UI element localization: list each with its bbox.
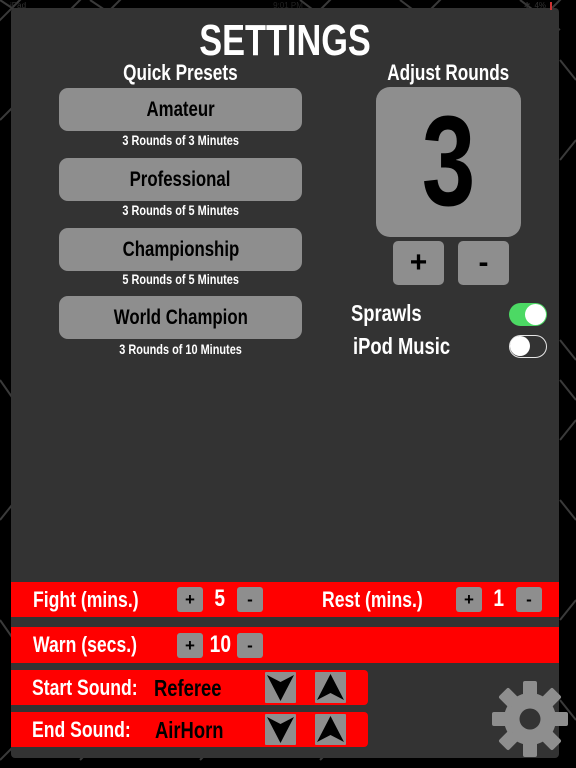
fight-minus-button[interactable]: -	[237, 587, 263, 612]
arrow-up-icon	[317, 716, 344, 742]
fight-plus-button[interactable]: +	[177, 587, 203, 612]
rounds-minus-button[interactable]: -	[458, 241, 509, 285]
preset-amateur-description: 3 Rounds of 3 Minutes	[122, 132, 239, 148]
status-time: 9:01 PM	[273, 1, 303, 10]
gear-icon[interactable]	[491, 680, 569, 758]
rest-value: 1	[493, 585, 505, 612]
warn-label: Warn (secs.)	[33, 632, 138, 657]
arrow-up-icon	[317, 674, 344, 700]
end-sound-up-button[interactable]	[315, 714, 346, 745]
preset-championship-description: 5 Rounds of 5 Minutes	[122, 271, 239, 287]
rest-minus-button[interactable]: -	[516, 587, 542, 612]
arrow-down-icon	[267, 675, 294, 701]
preset-championship-button[interactable]: Championship	[59, 228, 302, 271]
start-sound-down-button[interactable]	[265, 672, 296, 703]
preset-world-champion-description: 3 Rounds of 10 Minutes	[119, 341, 242, 357]
start-sound-row: Start Sound: Referee	[11, 670, 368, 705]
toggle-knob	[510, 336, 530, 356]
adjust-rounds-heading: Adjust Rounds	[387, 60, 510, 85]
start-sound-up-button[interactable]	[315, 672, 346, 703]
warn-minus-button[interactable]: -	[237, 633, 263, 658]
sprawls-label: Sprawls	[351, 300, 422, 326]
preset-world-champion-button[interactable]: World Champion	[59, 296, 302, 339]
start-sound-label: Start Sound:	[32, 675, 138, 700]
preset-amateur-button[interactable]: Amateur	[59, 88, 302, 131]
preset-professional-description: 3 Rounds of 5 Minutes	[122, 202, 239, 218]
fight-label: Fight (mins.)	[33, 587, 139, 612]
arrow-down-icon	[267, 717, 294, 743]
battery-icon	[550, 1, 552, 10]
end-sound-label: End Sound:	[32, 717, 131, 742]
quick-presets-heading: Quick Presets	[123, 60, 238, 85]
warn-row: Warn (secs.) + 10 -	[11, 627, 559, 663]
warn-plus-button[interactable]: +	[177, 633, 203, 658]
settings-panel: SETTINGS Quick Presets Adjust Rounds Ama…	[11, 8, 559, 758]
rounds-display: 3	[376, 87, 521, 237]
fight-value: 5	[214, 585, 226, 612]
rest-plus-button[interactable]: +	[456, 587, 482, 612]
warn-value: 10	[209, 631, 231, 658]
sprawls-toggle[interactable]	[509, 303, 547, 326]
rounds-value: 3	[421, 90, 476, 233]
ipod-music-toggle[interactable]	[509, 335, 547, 358]
rounds-plus-button[interactable]: +	[393, 241, 444, 285]
battery-percent: 4%	[534, 1, 546, 10]
rest-label: Rest (mins.)	[322, 587, 423, 612]
end-sound-down-button[interactable]	[265, 714, 296, 745]
end-sound-row: End Sound: AirHorn	[11, 712, 368, 747]
end-sound-value: AirHorn	[155, 717, 224, 743]
bluetooth-icon: ✱	[523, 1, 531, 10]
fight-rest-row: Fight (mins.) + 5 - Rest (mins.) + 1 -	[11, 582, 559, 617]
start-sound-value: Referee	[154, 675, 222, 701]
status-bar: iPad 9:01 PM ✱ 4%	[0, 0, 576, 12]
ipod-music-label: iPod Music	[353, 333, 451, 359]
status-right: ✱ 4%	[524, 1, 552, 10]
page-title: SETTINGS	[199, 16, 371, 65]
preset-professional-button[interactable]: Professional	[59, 158, 302, 201]
toggle-knob	[525, 304, 546, 325]
